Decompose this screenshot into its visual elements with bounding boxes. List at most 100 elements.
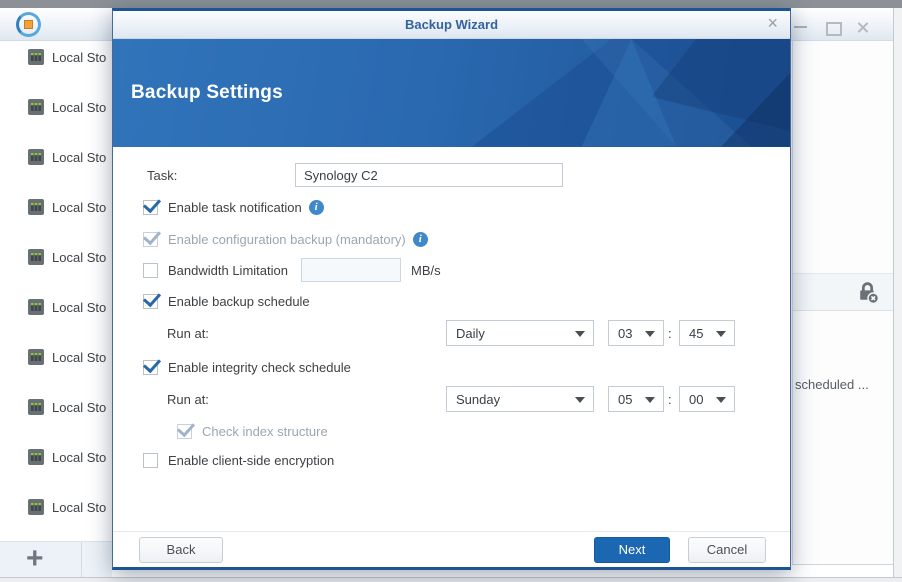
encryption-label: Enable client-side encryption <box>168 452 335 468</box>
integrity-day-select[interactable]: Sunday <box>446 386 594 412</box>
local-storage-icon <box>28 199 44 215</box>
bandwidth-row: Bandwidth Limitation MB/s <box>113 257 790 283</box>
time-separator: : <box>668 325 672 341</box>
backup-wizard-dialog: Backup Wizard × Backup Settings Task: En… <box>112 8 791 570</box>
bandwidth-input[interactable] <box>301 258 401 282</box>
list-item-label: Local Sto <box>52 449 107 465</box>
integrity-hour-value: 05 <box>618 391 633 407</box>
integrity-run-at-row: Run at: Sunday 05 : 00 <box>113 386 790 412</box>
lock-with-x-icon[interactable] <box>855 280 880 305</box>
integrity-label: Enable integrity check schedule <box>168 359 351 375</box>
list-item[interactable]: Local Sto <box>0 495 112 519</box>
list-item[interactable]: Local Sto <box>0 195 112 219</box>
list-item[interactable]: Local Sto <box>0 445 112 469</box>
info-icon[interactable]: i <box>308 199 324 215</box>
check-index-row: Check index structure <box>113 418 790 444</box>
backup-day-value: Daily <box>456 325 485 341</box>
integrity-minute-select[interactable]: 00 <box>679 386 735 412</box>
encryption-row: Enable client-side encryption <box>113 447 790 473</box>
local-storage-icon <box>28 249 44 265</box>
screen: Local Sto Local Sto Local Sto Local Sto … <box>0 0 902 582</box>
task-list: Local Sto Local Sto Local Sto Local Sto … <box>0 41 112 541</box>
list-item-label: Local Sto <box>52 49 107 65</box>
check-index-label: Check index structure <box>202 423 328 439</box>
maximize-icon[interactable] <box>825 21 842 36</box>
list-item-label: Local Sto <box>52 149 107 165</box>
list-item[interactable]: Local Sto <box>0 395 112 419</box>
window-right-margin <box>894 8 902 577</box>
local-storage-icon <box>28 149 44 165</box>
back-button[interactable]: Back <box>139 536 223 563</box>
dialog-content: Task: Enable task notification i Enable … <box>113 147 790 531</box>
page-title: Backup Settings <box>131 82 283 103</box>
local-storage-icon <box>28 349 44 365</box>
local-storage-icon <box>28 499 44 515</box>
time-separator: : <box>668 391 672 407</box>
task-label: Task: <box>147 167 178 183</box>
backup-minute-select[interactable]: 45 <box>679 320 735 346</box>
list-item-label: Local Sto <box>52 99 107 115</box>
details-panel: scheduled ... <box>792 41 893 565</box>
list-item-label: Local Sto <box>52 349 107 365</box>
list-item[interactable]: Local Sto <box>0 245 112 269</box>
dialog-footer: Back Next Cancel <box>113 531 790 567</box>
encryption-checkbox[interactable] <box>143 452 158 468</box>
run-at-label: Run at: <box>167 391 209 407</box>
integrity-minute-value: 00 <box>689 391 704 407</box>
bandwidth-unit-label: MB/s <box>411 262 441 278</box>
task-row: Task: <box>113 162 790 188</box>
backup-schedule-checkbox[interactable] <box>143 293 158 309</box>
list-item[interactable]: Local Sto <box>0 345 112 369</box>
backup-schedule-label: Enable backup schedule <box>168 293 310 309</box>
list-item[interactable]: Local Sto <box>0 145 112 169</box>
bandwidth-label: Bandwidth Limitation <box>168 262 288 278</box>
bandwidth-checkbox[interactable] <box>143 262 158 278</box>
check-index-checkbox <box>177 423 192 439</box>
list-item-label: Local Sto <box>52 499 107 515</box>
task-input[interactable] <box>295 163 563 187</box>
local-storage-icon <box>28 399 44 415</box>
backup-hour-value: 03 <box>618 325 633 341</box>
list-item-label: Local Sto <box>52 399 107 415</box>
backup-day-select[interactable]: Daily <box>446 320 594 346</box>
details-panel-toolbar <box>793 273 893 311</box>
integrity-hour-select[interactable]: 05 <box>608 386 664 412</box>
dialog-title: Backup Wizard <box>404 17 499 32</box>
config-backup-label: Enable configuration backup (mandatory) <box>168 231 406 247</box>
integrity-day-value: Sunday <box>456 391 501 407</box>
local-storage-icon <box>28 49 44 65</box>
next-button[interactable]: Next <box>594 536 670 563</box>
list-item[interactable]: Local Sto <box>0 295 112 319</box>
notification-label: Enable task notification <box>168 199 302 215</box>
list-item-label: Local Sto <box>52 299 107 315</box>
config-backup-checkbox <box>143 231 158 247</box>
local-storage-icon <box>28 299 44 315</box>
integrity-row: Enable integrity check schedule <box>113 354 790 380</box>
banner: Backup Settings <box>113 39 790 147</box>
backup-run-at-row: Run at: Daily 03 : 45 <box>113 320 790 346</box>
backup-minute-value: 45 <box>689 325 704 341</box>
minimize-icon[interactable] <box>794 21 808 33</box>
window-bottom-edge <box>0 577 902 582</box>
window-top-edge <box>0 0 902 8</box>
add-task-button[interactable]: + <box>26 541 44 577</box>
backup-hour-select[interactable]: 03 <box>608 320 664 346</box>
close-icon[interactable]: × <box>767 13 778 34</box>
integrity-checkbox[interactable] <box>143 359 158 375</box>
footer-divider <box>81 542 82 578</box>
hyper-backup-icon <box>16 12 41 37</box>
window-close-icon[interactable] <box>856 21 870 33</box>
list-item[interactable]: Local Sto <box>0 45 112 69</box>
list-item-label: Local Sto <box>52 199 107 215</box>
run-at-label: Run at: <box>167 325 209 341</box>
backup-schedule-row: Enable backup schedule <box>113 288 790 314</box>
dialog-titlebar: Backup Wizard × <box>113 11 790 39</box>
notification-row: Enable task notification i <box>113 194 790 220</box>
config-backup-row: Enable configuration backup (mandatory) … <box>113 226 790 252</box>
cancel-button[interactable]: Cancel <box>688 536 766 563</box>
info-icon[interactable]: i <box>412 231 428 247</box>
list-item[interactable]: Local Sto <box>0 95 112 119</box>
local-storage-icon <box>28 449 44 465</box>
truncated-status-text: scheduled ... <box>795 377 869 392</box>
notification-checkbox[interactable] <box>143 199 158 215</box>
